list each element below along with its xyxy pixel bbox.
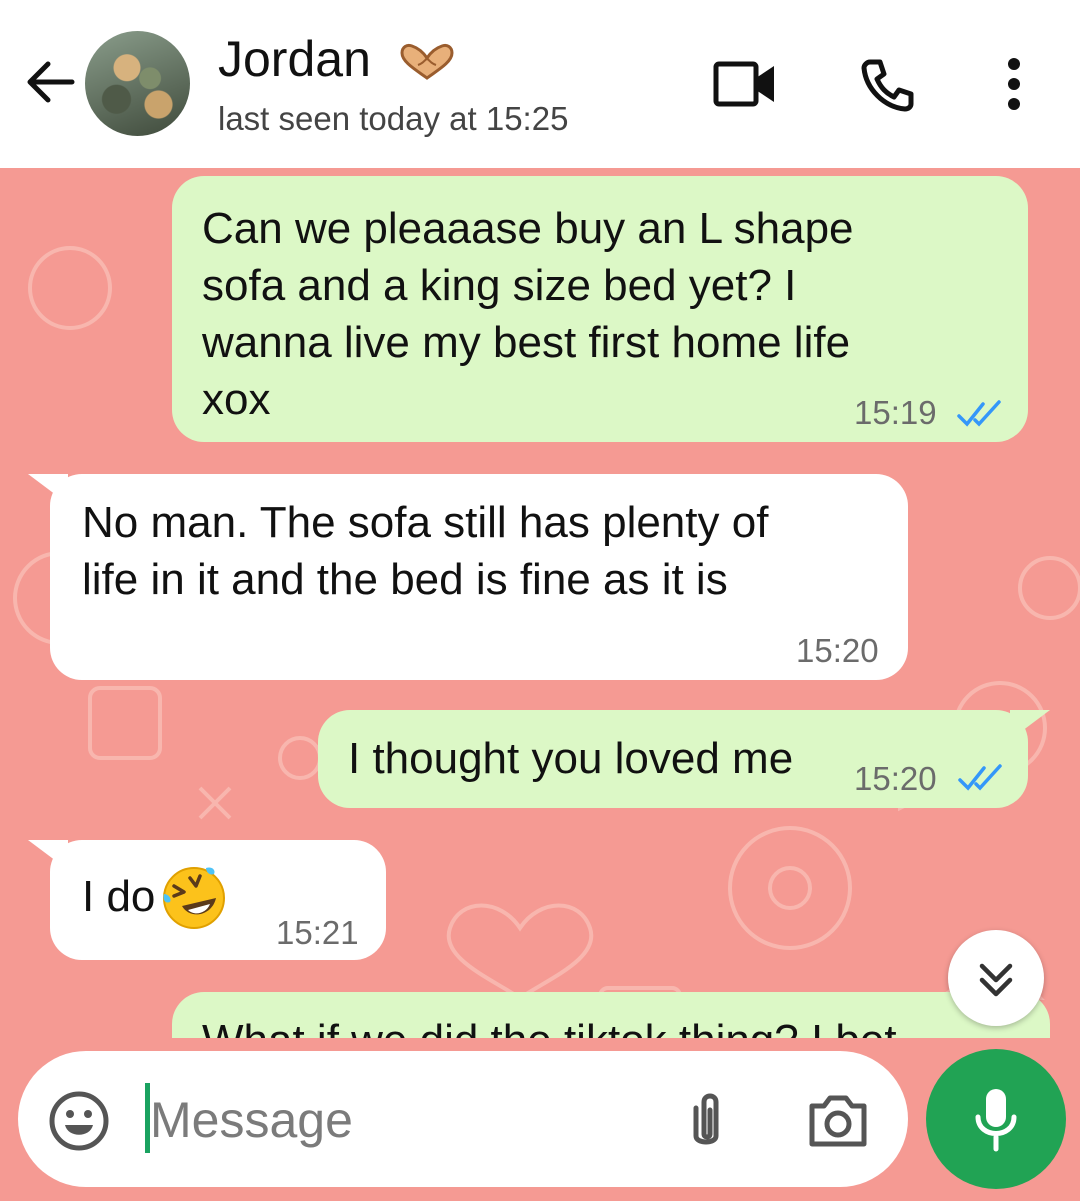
read-ticks-icon — [957, 400, 1001, 427]
heart-hands-icon — [400, 43, 454, 80]
voice-call-icon[interactable] — [860, 56, 916, 112]
message-text: Can we pleaaase buy an L shape sofa and … — [202, 204, 854, 424]
chat-area[interactable]: Can we pleaaase buy an L shape sofa and … — [0, 168, 1080, 1201]
message-input[interactable]: Message — [150, 1091, 353, 1149]
message-bubble-outgoing[interactable]: I thought you loved me 15:20 — [318, 710, 1028, 808]
double-chevron-down-icon — [979, 963, 1013, 997]
rolling-on-floor-laughing-emoji — [163, 867, 225, 929]
message-bubble-incoming[interactable]: No man. The sofa still has plenty of lif… — [50, 474, 908, 680]
contact-name[interactable]: Jordan — [218, 30, 371, 88]
message-time: 15:21 — [276, 914, 359, 951]
voice-message-button[interactable] — [926, 1049, 1066, 1189]
attach-icon[interactable] — [684, 1088, 728, 1154]
message-time: 15:20 — [854, 760, 937, 797]
last-seen-status: last seen today at 15:25 — [218, 100, 569, 137]
chat-header: Jordan last seen today at 15:25 — [0, 0, 1080, 168]
read-ticks-icon — [958, 764, 1002, 791]
video-call-icon[interactable] — [712, 58, 778, 110]
message-text: No man. The sofa still has plenty of lif… — [82, 498, 769, 604]
camera-icon[interactable] — [806, 1092, 870, 1150]
message-time: 15:20 — [796, 632, 879, 669]
message-time: 15:19 — [854, 394, 937, 431]
scroll-to-bottom-button[interactable] — [948, 930, 1044, 1026]
contact-avatar[interactable] — [85, 31, 190, 136]
more-options-icon[interactable] — [1000, 56, 1028, 112]
message-text: I thought you loved me — [348, 734, 794, 783]
emoji-icon[interactable] — [48, 1090, 110, 1152]
message-text: I do — [82, 872, 156, 921]
message-bubble-incoming[interactable]: I do 15:21 — [50, 840, 386, 960]
message-bubble-outgoing[interactable]: Can we pleaaase buy an L shape sofa and … — [172, 176, 1028, 442]
back-arrow-icon[interactable] — [22, 56, 78, 108]
mic-icon — [975, 1089, 1017, 1152]
